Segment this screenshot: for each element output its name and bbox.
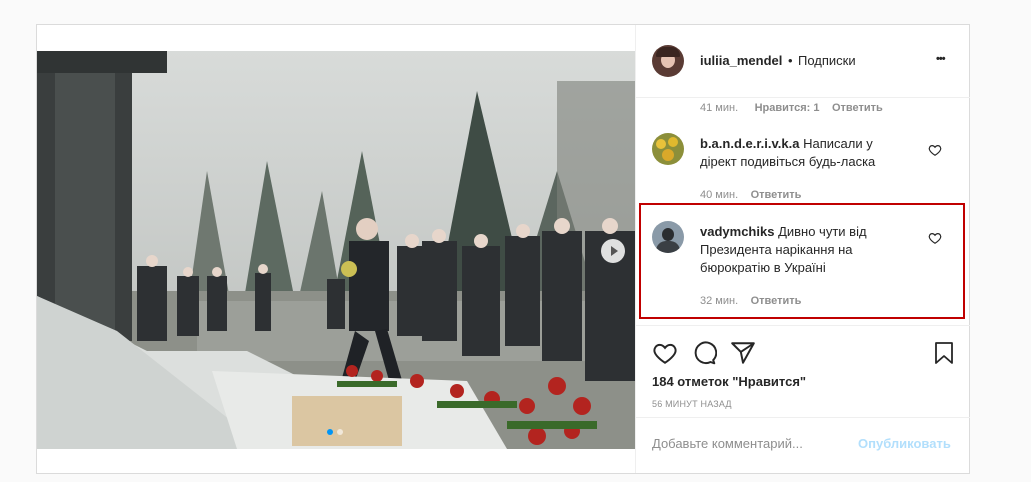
share-icon[interactable] [730,340,756,366]
reply-button[interactable]: Ответить [751,189,802,201]
avatar[interactable] [652,133,684,165]
post-card: iuliia_mendel • Подписки ••• 41 мин. Нра… [36,24,970,474]
likes-count[interactable]: 184 отметок "Нравится" [652,374,806,389]
post-username[interactable]: iuliia_mendel [700,53,782,68]
comment-text: Написали у [803,136,873,151]
carousel-dot [337,429,343,435]
post-sidebar: iuliia_mendel • Подписки ••• 41 мин. Нра… [635,25,970,473]
comment-text: Президента нарікання на [700,242,853,257]
comment-text: Дивно чути від [778,224,867,239]
post-header: iuliia_mendel • Подписки ••• [636,25,970,98]
avatar[interactable] [652,45,684,77]
next-arrow-icon [610,246,618,256]
comment-composer: Добавьте комментарий... Опубликовать [636,417,970,474]
comment-meta-row: 40 мин. Ответить [700,185,801,203]
follow-status[interactable]: Подписки [798,53,856,68]
post-photo-scene [37,51,635,449]
comment-input[interactable]: Добавьте комментарий... [652,436,852,451]
bookmark-icon[interactable] [932,340,956,366]
comment-likes[interactable]: Нравится: 1 [755,102,820,114]
post-timestamp: 56 МИНУТ НАЗАД [652,399,732,409]
comment-time: 41 мин. [700,102,739,114]
comment-meta-row: 41 мин. Нравится: 1 Ответить [700,98,883,116]
heart-icon[interactable] [928,143,942,157]
next-arrow-button[interactable] [601,239,625,263]
reply-button[interactable]: Ответить [832,102,883,114]
comment-body: vadymchiks Дивно чути від Президента нар… [700,223,920,277]
comment-time: 32 мин. [700,295,739,307]
avatar[interactable] [652,221,684,253]
comment-username[interactable]: vadymchiks [700,224,774,239]
comment-text: бюрократію в Україні [700,260,826,275]
publish-button[interactable]: Опубликовать [858,436,951,451]
comment-meta-row: 32 мин. Ответить [700,291,801,309]
comment-time: 40 мин. [700,189,739,201]
heart-icon[interactable] [652,340,678,366]
carousel-dot-active [327,429,333,435]
post-photo[interactable] [37,51,635,449]
more-icon[interactable]: ••• [936,53,946,65]
separator-dot: • [788,53,793,68]
comment-body: b.a.n.d.e.r.i.v.k.a Написали у дірект по… [700,135,930,171]
heart-icon[interactable] [928,231,942,245]
reply-button[interactable]: Ответить [751,295,802,307]
carousel-dots [327,429,343,435]
comment-username[interactable]: b.a.n.d.e.r.i.v.k.a [700,136,799,151]
comment-icon[interactable] [691,340,717,366]
comment-text: дірект подивіться будь-ласка [700,154,876,169]
